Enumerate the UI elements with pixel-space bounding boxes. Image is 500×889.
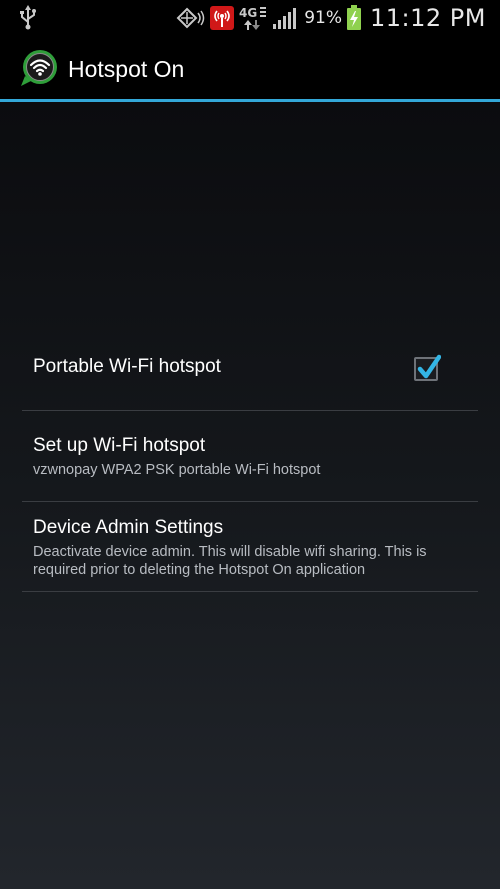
portable-wifi-hotspot-toggle[interactable]: Portable Wi-Fi hotspot — [22, 330, 478, 411]
pref-title-admin: Device Admin Settings — [33, 517, 224, 538]
pref-title-hotspot: Portable Wi-Fi hotspot — [33, 356, 221, 377]
device-admin-settings-item[interactable]: Device Admin Settings Deactivate device … — [22, 502, 478, 592]
wifi-app-icon[interactable] — [19, 48, 59, 88]
data-transfer-icon: 4G — [239, 6, 267, 30]
network-type-label: 4G — [239, 6, 257, 20]
setup-wifi-hotspot-item[interactable]: Set up Wi-Fi hotspot vzwnopay WPA2 PSK p… — [22, 411, 478, 502]
signal-icon — [273, 8, 297, 29]
checkmark-icon — [417, 354, 441, 379]
battery-percent: 91% — [304, 8, 343, 28]
status-icons: 4G 91% 11:12 PM — [172, 0, 486, 36]
pref-summary-setup: vzwnopay WPA2 PSK portable Wi-Fi hotspot — [33, 462, 321, 478]
hotspot-status-icon — [210, 6, 235, 30]
nfc-icon — [176, 7, 205, 29]
pref-summary-admin: Deactivate device admin. This will disab… — [33, 544, 427, 578]
status-bar: 4G 91% 11:12 PM — [0, 0, 500, 36]
page-title: Hotspot On — [68, 56, 185, 82]
battery-charging-icon — [347, 5, 362, 30]
settings-content: Portable Wi-Fi hotspot Set up Wi-Fi hots… — [0, 102, 500, 889]
clock: 11:12 PM — [370, 4, 486, 32]
usb-icon — [20, 5, 36, 30]
action-bar: Hotspot On — [0, 36, 500, 102]
hotspot-checkbox[interactable] — [414, 354, 441, 381]
preference-list: Portable Wi-Fi hotspot Set up Wi-Fi hots… — [22, 330, 478, 592]
pref-title-setup: Set up Wi-Fi hotspot — [33, 435, 206, 456]
